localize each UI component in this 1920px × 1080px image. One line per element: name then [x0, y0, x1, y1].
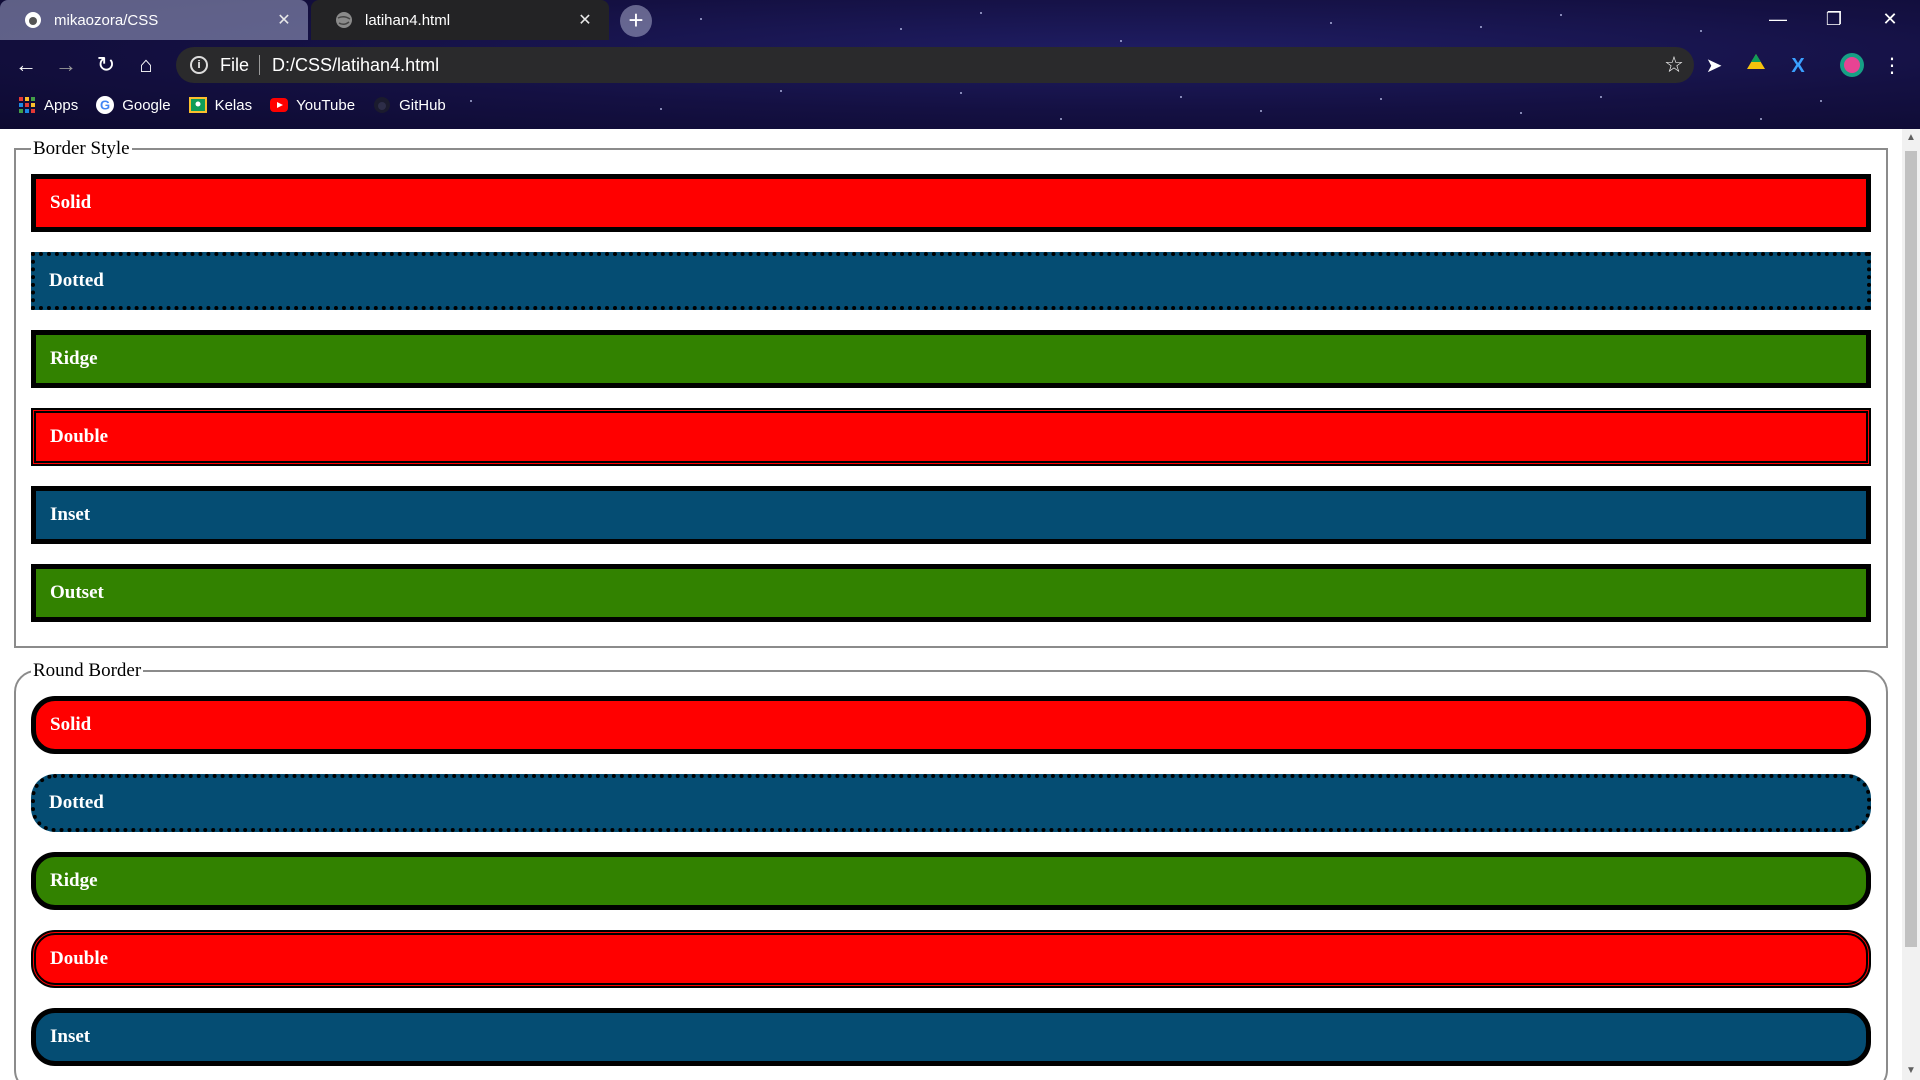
- bookmark-google[interactable]: G Google: [96, 96, 171, 114]
- box-ridge: Ridge: [31, 852, 1871, 910]
- tab-title: latihan4.html: [365, 11, 451, 29]
- reload-button[interactable]: ↻: [88, 46, 124, 84]
- box-solid: Solid: [31, 174, 1871, 232]
- box-double: Double: [31, 408, 1871, 466]
- scroll-down-icon[interactable]: ▼: [1902, 1062, 1920, 1080]
- border-style-fieldset: Border Style Solid Dotted Ridge Double Inset…: [14, 138, 1888, 648]
- bookmark-label: YouTube: [296, 96, 356, 114]
- box-solid: Solid: [31, 696, 1871, 754]
- drive-extension-icon[interactable]: [1742, 52, 1770, 80]
- box-dotted: Dotted: [31, 774, 1871, 832]
- google-icon: G: [96, 96, 115, 114]
- bookmark-github[interactable]: GitHub: [373, 96, 446, 114]
- bookmark-label: Kelas: [214, 96, 253, 114]
- profile-avatar-icon[interactable]: [1838, 52, 1866, 80]
- apps-grid-icon: [18, 96, 36, 114]
- github-icon: [373, 96, 391, 114]
- tab-latihan4[interactable]: latihan4.html ✕: [311, 0, 609, 40]
- tab-title: mikaozora/CSS: [54, 11, 159, 29]
- svg-text:G: G: [100, 98, 110, 113]
- bookmark-youtube[interactable]: YouTube: [270, 96, 355, 114]
- box-inset: Inset: [31, 1008, 1871, 1066]
- box-ridge: Ridge: [31, 330, 1871, 388]
- box-dotted: Dotted: [31, 252, 1871, 310]
- tab-strip: mikaozora/CSS ✕ latihan4.html ✕ + — ❐ ✕: [0, 0, 1920, 40]
- cursor-extension-icon[interactable]: ➤: [1700, 52, 1728, 80]
- bookmark-label: GitHub: [399, 96, 446, 114]
- vertical-scrollbar[interactable]: ▲ ▼: [1902, 129, 1920, 1080]
- box-outset: Outset: [31, 564, 1871, 622]
- bookmark-star-icon[interactable]: ☆: [1654, 52, 1694, 78]
- tab-mikaozora-css[interactable]: mikaozora/CSS ✕: [0, 0, 308, 40]
- classroom-icon: [188, 96, 207, 114]
- restore-button[interactable]: ❐: [1806, 0, 1862, 40]
- scrollbar-thumb[interactable]: [1905, 151, 1917, 947]
- bookmarks-bar: Apps G Google Kelas YouTube GitHub: [0, 90, 1920, 120]
- bookmark-apps[interactable]: Apps: [18, 96, 78, 114]
- bookmark-kelas[interactable]: Kelas: [188, 96, 253, 114]
- home-button[interactable]: ⌂: [128, 46, 164, 84]
- close-window-button[interactable]: ✕: [1862, 0, 1918, 40]
- close-tab-icon[interactable]: ✕: [575, 10, 595, 30]
- address-url[interactable]: D:/CSS/latihan4.html: [272, 55, 1654, 76]
- close-tab-icon[interactable]: ✕: [274, 10, 294, 30]
- github-icon: [24, 11, 42, 29]
- menu-kebab-icon[interactable]: ⋮: [1878, 52, 1906, 80]
- fieldset-legend: Border Style: [33, 138, 130, 159]
- globe-icon: [335, 11, 353, 29]
- toolbar: ← → ↻ ⌂ i File D:/CSS/latihan4.html ☆ ➤ …: [0, 46, 1920, 84]
- bookmark-label: Apps: [44, 96, 79, 114]
- fieldset-legend: Round Border: [33, 660, 142, 681]
- bookmark-label: Google: [122, 96, 171, 114]
- info-icon[interactable]: i: [190, 56, 208, 74]
- back-button[interactable]: ←: [8, 46, 44, 84]
- forward-button[interactable]: →: [48, 46, 84, 84]
- new-tab-button[interactable]: +: [620, 5, 652, 37]
- address-scheme: File: [220, 54, 250, 75]
- youtube-icon: [270, 96, 289, 114]
- minimize-button[interactable]: —: [1750, 0, 1806, 40]
- box-inset: Inset: [31, 486, 1871, 544]
- x-extension-icon[interactable]: X: [1784, 52, 1812, 80]
- box-double: Double: [31, 930, 1871, 988]
- scroll-up-icon[interactable]: ▲: [1902, 129, 1920, 147]
- round-border-fieldset: Round Border Solid Dotted Ridge Double Inset: [14, 660, 1888, 1080]
- page-viewport: Border Style Solid Dotted Ridge Double Inset…: [0, 129, 1902, 1080]
- address-divider: [259, 55, 261, 75]
- star-dot: [1120, 40, 1122, 42]
- browser-chrome: mikaozora/CSS ✕ latihan4.html ✕ + — ❐ ✕ …: [0, 0, 1920, 129]
- address-bar[interactable]: i File D:/CSS/latihan4.html ☆: [176, 47, 1694, 83]
